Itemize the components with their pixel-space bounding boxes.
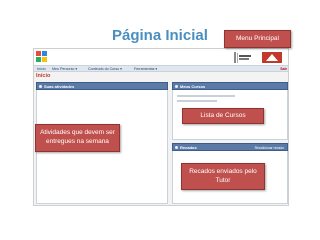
- menu-principal-callout: Menu Principal: [224, 30, 291, 48]
- logo-bar: [34, 49, 288, 65]
- breadcrumb[interactable]: Início: [36, 73, 50, 79]
- page-title: Página Inicial: [112, 27, 208, 44]
- government-logo-icon: [234, 52, 282, 63]
- course-entry-placeholder: [177, 95, 235, 97]
- cursos-panel-title: Meus Cursos: [180, 84, 206, 89]
- cursos-callout: Lista de Cursos: [182, 108, 264, 124]
- atividades-panel-header: Suas atividades: [36, 82, 168, 90]
- panel-bullet-icon: [175, 146, 178, 149]
- recados-panel-header: Recados Readicionar recado: [172, 143, 288, 151]
- cursos-panel-header: Meus Cursos: [172, 82, 288, 90]
- logout-link[interactable]: Sair: [280, 66, 287, 72]
- recados-callout: Recados enviados pelo Tutor: [181, 163, 265, 190]
- panel-bullet-icon: [39, 85, 42, 88]
- recados-panel-title: Recados: [180, 145, 197, 150]
- menu-item-conteudo-do-curso[interactable]: Conteúdo do Curso ▾: [88, 66, 122, 72]
- main-menu-bar: Início Meu Percurso ▾ Conteúdo do Curso …: [34, 65, 288, 72]
- atividades-callout: Atividades que devem ser entregues na se…: [35, 124, 120, 152]
- panel-bullet-icon: [175, 85, 178, 88]
- menu-item-meu-percurso[interactable]: Meu Percurso ▾: [52, 66, 77, 72]
- menu-item-inicio[interactable]: Início: [37, 66, 46, 72]
- menu-item-ferramentas[interactable]: Ferramentas ▾: [134, 66, 157, 72]
- course-entry-placeholder: [177, 100, 217, 102]
- atividades-panel-title: Suas atividades: [44, 84, 75, 89]
- moodle-logo-icon: [36, 51, 50, 63]
